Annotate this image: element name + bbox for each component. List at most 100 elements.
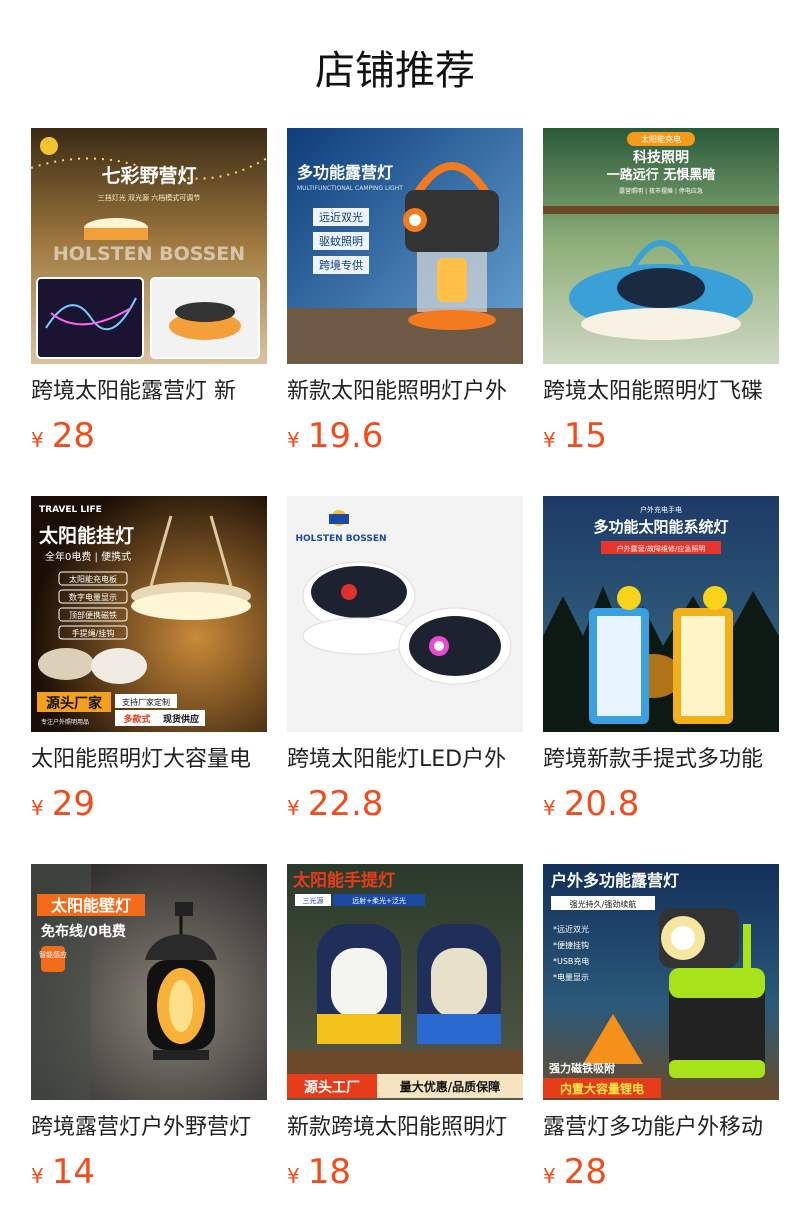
product-price: ¥14: [31, 1152, 95, 1198]
img-text: 七彩野营灯: [101, 164, 196, 187]
product-image[interactable]: 太阳能手提灯 三光源 远射+柔光+泛光 源头工厂 量大优惠/品质保障: [287, 864, 523, 1100]
product-card[interactable]: 户外充电手电 多功能太阳能系统灯 户外露营/故障维修/应急照明 跨境新款手提式多…: [543, 496, 779, 864]
product-image[interactable]: 太阳能充电 科技照明 一路远行 无惧黑暗 露营照明 | 夜市摆摊 | 停电应急: [543, 128, 779, 364]
img-text: 支持厂家定制: [122, 697, 170, 707]
img-text: 手提绳/挂钩: [72, 628, 115, 638]
currency-symbol: ¥: [287, 1164, 300, 1188]
product-card[interactable]: 七彩野营灯 三挡灯光 双光源 六档模式可调节 HOLSTEN BOSSEN 跨境…: [31, 128, 267, 496]
img-text: *电量显示: [553, 972, 589, 982]
product-image[interactable]: 多功能露营灯 MULTIFUNCTIONAL CAMPING LIGHT 远近双…: [287, 128, 523, 364]
img-text: TRAVEL LIFE: [39, 505, 102, 515]
currency-symbol: ¥: [287, 428, 300, 452]
img-text: 户外多功能露营灯: [551, 871, 679, 890]
img-text: 专注户外照明用品: [41, 718, 89, 726]
product-image[interactable]: 户外多功能露营灯 强光持久/强劲续航 *远近双光 *便捷挂钩 *USB充电 *电…: [543, 864, 779, 1100]
img-text: HOLSTEN BOSSEN: [295, 534, 386, 544]
img-text: 太阳能充电: [641, 134, 681, 144]
product-price: ¥19.6: [287, 416, 383, 462]
product-price: ¥28: [543, 1152, 607, 1198]
img-text: *远近双光: [553, 924, 589, 934]
img-text: 强光持久/强劲续航: [570, 899, 637, 909]
img-text: 现货供应: [163, 713, 199, 725]
product-name[interactable]: 露营灯多功能户外移动: [543, 1112, 779, 1144]
price-value: 18: [307, 1152, 351, 1192]
img-text: 顶部便携磁铁: [69, 610, 117, 620]
product-card[interactable]: 太阳能充电 科技照明 一路远行 无惧黑暗 露营照明 | 夜市摆摊 | 停电应急 …: [543, 128, 779, 496]
img-text: 户外露营/故障维修/应急照明: [617, 544, 706, 553]
currency-symbol: ¥: [31, 1164, 44, 1188]
product-name[interactable]: 跨境太阳能露营灯 新: [31, 376, 267, 408]
img-text: 露营照明 | 夜市摆摊 | 停电应急: [619, 187, 703, 195]
img-text: 数字电量显示: [69, 592, 117, 602]
img-text: 量大优惠/品质保障: [400, 1079, 500, 1094]
product-price: ¥29: [31, 784, 95, 830]
img-text: 太阳能充电板: [69, 574, 117, 584]
img-text: 跨境专供: [319, 258, 363, 272]
img-text: 内置大容量锂电: [560, 1081, 644, 1096]
img-text: 户外充电手电: [640, 505, 682, 514]
img-text: 科技照明: [633, 149, 689, 166]
product-card[interactable]: HOLSTEN BOSSEN 跨境太阳能灯LED户外 ¥22.8: [287, 496, 523, 864]
product-name[interactable]: 跨境太阳能照明灯飞碟: [543, 376, 779, 408]
product-image[interactable]: 七彩野营灯 三挡灯光 双光源 六档模式可调节 HOLSTEN BOSSEN: [31, 128, 267, 364]
product-card[interactable]: 太阳能手提灯 三光源 远射+柔光+泛光 源头工厂 量大优惠/品质保障 新款跨境太…: [287, 864, 523, 1232]
img-text: 太阳能壁灯: [50, 896, 131, 915]
img-text: MULTIFUNCTIONAL CAMPING LIGHT: [297, 185, 403, 192]
img-text: 远射+柔光+泛光: [352, 896, 406, 905]
img-text: 多功能太阳能系统灯: [593, 518, 728, 536]
price-value: 29: [51, 784, 95, 824]
currency-symbol: ¥: [543, 796, 556, 820]
product-price: ¥15: [543, 416, 607, 462]
product-name[interactable]: 新款跨境太阳能照明灯: [287, 1112, 523, 1144]
img-text: HOLSTEN BOSSEN: [53, 243, 245, 265]
currency-symbol: ¥: [31, 796, 44, 820]
product-image[interactable]: HOLSTEN BOSSEN: [287, 496, 523, 732]
price-value: 28: [563, 1152, 607, 1192]
price-value: 19.6: [307, 416, 384, 456]
img-text: 驱蚊照明: [319, 234, 363, 248]
currency-symbol: ¥: [287, 796, 300, 820]
product-grid: 七彩野营灯 三挡灯光 双光源 六档模式可调节 HOLSTEN BOSSEN 跨境…: [31, 128, 779, 1232]
img-text: 多款式: [123, 713, 150, 725]
img-text: 太阳能挂灯: [39, 524, 134, 547]
product-image[interactable]: 太阳能壁灯 免布线/0电费 智能感应: [31, 864, 267, 1100]
img-text: 源头工厂: [304, 1079, 360, 1096]
price-value: 22.8: [307, 784, 384, 824]
img-text: 三光源: [303, 896, 324, 905]
product-price: ¥22.8: [287, 784, 383, 830]
product-card[interactable]: 多功能露营灯 MULTIFUNCTIONAL CAMPING LIGHT 远近双…: [287, 128, 523, 496]
img-text: 智能感应: [39, 950, 67, 959]
section-title: 店铺推荐: [315, 48, 475, 94]
product-name[interactable]: 跨境新款手提式多功能: [543, 744, 779, 776]
currency-symbol: ¥: [543, 1164, 556, 1188]
product-card[interactable]: 户外多功能露营灯 强光持久/强劲续航 *远近双光 *便捷挂钩 *USB充电 *电…: [543, 864, 779, 1232]
product-image[interactable]: TRAVEL LIFE 太阳能挂灯 全年0电费 | 便携式 太阳能充电板 数字电…: [31, 496, 267, 732]
currency-symbol: ¥: [543, 428, 556, 452]
img-text: *便捷挂钩: [553, 940, 589, 950]
price-value: 15: [563, 416, 607, 456]
product-price: ¥28: [31, 416, 95, 462]
img-text: 一路远行 无惧黑暗: [607, 167, 716, 183]
price-value: 28: [51, 416, 95, 456]
product-card[interactable]: TRAVEL LIFE 太阳能挂灯 全年0电费 | 便携式 太阳能充电板 数字电…: [31, 496, 267, 864]
img-text: *USB充电: [553, 956, 589, 966]
img-text: 源头厂家: [46, 695, 103, 712]
img-text: 多功能露营灯: [297, 163, 393, 182]
img-text: 远近双光: [319, 210, 363, 224]
product-name[interactable]: 跨境太阳能灯LED户外: [287, 744, 523, 776]
img-text: 全年0电费 | 便携式: [45, 550, 131, 563]
product-name[interactable]: 新款太阳能照明灯户外: [287, 376, 523, 408]
product-image[interactable]: 户外充电手电 多功能太阳能系统灯 户外露营/故障维修/应急照明: [543, 496, 779, 732]
img-text: 免布线/0电费: [41, 923, 126, 940]
currency-symbol: ¥: [31, 428, 44, 452]
product-name[interactable]: 太阳能照明灯大容量电: [31, 744, 267, 776]
product-name[interactable]: 跨境露营灯户外野营灯: [31, 1112, 267, 1144]
product-price: ¥20.8: [543, 784, 639, 830]
price-value: 20.8: [563, 784, 640, 824]
price-value: 14: [51, 1152, 95, 1192]
img-text: 三挡灯光 双光源 六档模式可调节: [98, 193, 200, 202]
img-text: 太阳能手提灯: [293, 870, 395, 891]
product-card[interactable]: 太阳能壁灯 免布线/0电费 智能感应 跨境露营灯户外野营灯 ¥14: [31, 864, 267, 1232]
product-price: ¥18: [287, 1152, 351, 1198]
img-text: 强力磁铁吸附: [549, 1061, 615, 1075]
